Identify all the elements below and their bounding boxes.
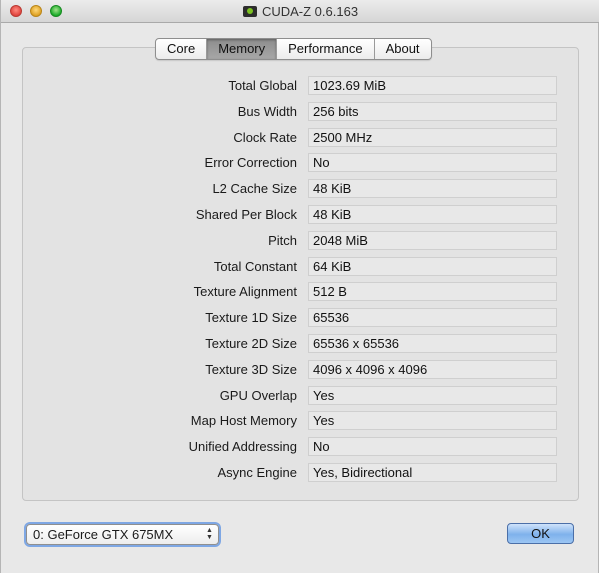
tab-memory[interactable]: Memory [207,39,278,59]
memory-tab-panel: Total Global 1023.69 MiB Bus Width 256 bits… [22,47,579,501]
memory-info-value[interactable]: Yes, Bidirectional [308,462,557,482]
memory-info-value[interactable]: 48 KiB [308,179,557,199]
tab-bar: Core Memory Performance About [155,38,432,60]
memory-info-label: Shared Per Block [195,206,297,222]
memory-info-value[interactable]: 2048 MiB [308,230,557,250]
memory-info-list: Total Global 1023.69 MiB Bus Width 256 bits… [23,75,578,488]
cuda-z-window: CUDA-Z 0.6.163 Total Global 1023.69 MiB Bu… [0,0,599,573]
memory-info-row: GPU Overlap Yes [23,385,578,411]
memory-info-label: Texture 2D Size [205,335,297,351]
ok-button[interactable]: OK [507,523,574,544]
memory-info-row: Unified Addressing No [23,436,578,462]
memory-info-label: Total Global [228,78,297,93]
memory-info-label: Total Constant [213,258,297,274]
select-arrows-icon: ▲ ▼ [206,527,213,541]
memory-info-value[interactable]: Yes [308,385,557,405]
memory-info-row: Pitch 2048 MiB [23,230,578,256]
memory-info-value[interactable]: 48 KiB [308,204,557,224]
tab-about[interactable]: About [375,39,431,59]
memory-info-row: Total Constant 64 KiB [23,256,578,282]
memory-info-row: Texture Alignment 512 B [23,281,578,307]
memory-info-row: Texture 3D Size 4096 x 4096 x 4096 [23,359,578,385]
memory-info-value[interactable]: Yes [308,411,557,431]
device-select[interactable]: 0: GeForce GTX 675MX ▲ ▼ [26,524,219,545]
memory-info-value[interactable]: 256 bits [308,101,557,121]
memory-info-row: Bus Width 256 bits [23,101,578,127]
memory-info-label: Texture Alignment [193,284,297,300]
memory-info-label: GPU Overlap [219,387,297,403]
memory-info-value[interactable]: 65536 x 65536 [308,333,557,353]
memory-info-row: Error Correction No [23,152,578,178]
tab-core[interactable]: Core [156,39,208,59]
window-title-group: CUDA-Z 0.6.163 [1,4,599,19]
memory-info-value[interactable]: No [308,437,557,457]
memory-info-row: Total Global 1023.69 MiB [23,75,578,101]
memory-info-value[interactable]: No [308,153,557,173]
memory-info-label: Async Engine [217,464,298,480]
memory-info-row: Clock Rate 2500 MHz [23,127,578,153]
memory-info-label: Texture 1D Size [205,310,297,326]
memory-info-value[interactable]: 2500 MHz [308,127,557,147]
memory-info-label: Error Correction [204,155,297,171]
memory-info-label: Map Host Memory [190,413,297,429]
memory-info-row: Texture 2D Size 65536 x 65536 [23,333,578,359]
title-bar[interactable]: CUDA-Z 0.6.163 [1,0,599,23]
memory-info-row: Async Engine Yes, Bidirectional [23,462,578,488]
memory-info-row: L2 Cache Size 48 KiB [23,178,578,204]
memory-info-row: Map Host Memory Yes [23,410,578,436]
memory-info-label: L2 Cache Size [212,181,297,197]
device-select-value: 0: GeForce GTX 675MX [33,527,174,542]
memory-info-value[interactable]: 64 KiB [308,256,557,276]
memory-info-row: Texture 1D Size 65536 [23,307,578,333]
memory-info-value[interactable]: 512 B [308,282,557,302]
memory-info-row: Shared Per Block 48 KiB [23,204,578,230]
memory-info-label: Clock Rate [233,129,297,145]
memory-info-value[interactable]: 65536 [308,308,557,328]
memory-info-value[interactable]: 1023.69 MiB [308,76,557,95]
tab-performance[interactable]: Performance [277,39,375,59]
memory-info-label: Unified Addressing [188,439,297,455]
memory-info-label: Pitch [268,232,297,248]
memory-info-label: Bus Width [237,103,297,119]
memory-info-value[interactable]: 4096 x 4096 x 4096 [308,359,557,379]
memory-info-label: Texture 3D Size [205,361,297,377]
nvidia-app-icon [242,6,257,17]
window-title: CUDA-Z 0.6.163 [261,4,359,19]
